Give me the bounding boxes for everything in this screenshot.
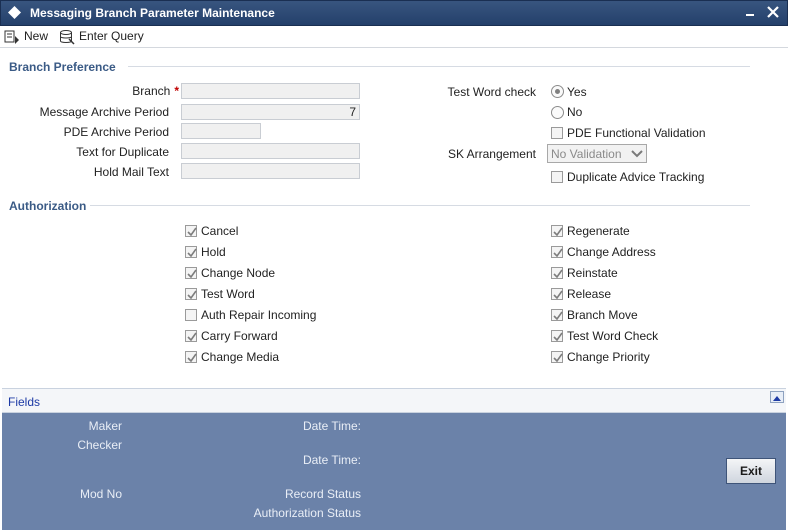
auth-branch-move-label: Branch Move [567,308,638,322]
auth-hold-checkbox[interactable] [185,246,197,258]
maker-label: Maker [88,419,122,433]
auth-change-priority-checkbox[interactable] [551,351,563,363]
checkmark-icon [187,332,197,342]
checkmark-icon [553,332,563,342]
auth-change-priority-label: Change Priority [567,350,650,364]
text-for-duplicate-input[interactable] [181,143,360,159]
pde-functional-validation-checkbox[interactable] [551,127,563,139]
pde-functional-validation-label: PDE Functional Validation [567,126,706,140]
new-document-icon [4,30,19,44]
auth-release-checkbox[interactable] [551,288,563,300]
maker-date-time-label: Date Time: [302,419,361,433]
test-word-yes-label: Yes [567,85,587,99]
window-title: Messaging Branch Parameter Maintenance [30,6,275,20]
close-button[interactable] [765,3,781,21]
mod-no-label: Mod No [79,487,122,501]
checkmark-icon [187,290,197,300]
auth-change-media-checkbox[interactable] [185,351,197,363]
hold-mail-text-input[interactable] [181,163,360,179]
pde-archive-period-label: PDE Archive Period [63,125,169,139]
sk-arrangement-value: No Validation [551,147,622,161]
minimize-icon [746,14,754,16]
auth-regenerate-label: Regenerate [567,224,630,238]
test-word-check-label: Test Word check [447,85,536,99]
required-marker: * [174,84,179,98]
auth-hold-label: Hold [201,245,226,259]
auth-cancel-label: Cancel [201,224,239,238]
auth-change-node-label: Change Node [201,266,276,280]
sk-arrangement-label: SK Arrangement [447,147,536,161]
fields-bar: Fields [2,388,786,413]
toolbar: New Enter Query [0,26,788,48]
auth-test-word-check-checkbox[interactable] [551,330,563,342]
message-archive-period-input[interactable] [181,104,360,120]
auth-change-address-checkbox[interactable] [551,246,563,258]
duplicate-advice-tracking-label: Duplicate Advice Tracking [567,170,705,184]
audit-panel: Maker Checker Mod No Date Time: Date Tim… [2,413,786,530]
authorization-divider [90,205,750,206]
fields-link[interactable]: Fields [8,395,40,409]
checkmark-icon [553,248,563,258]
checkmark-icon [187,353,197,363]
exit-button[interactable]: Exit [726,458,776,484]
enter-query-button[interactable]: Enter Query [59,28,159,46]
checker-date-time-label: Date Time: [302,453,361,467]
checkmark-icon [553,269,563,279]
chevron-down-icon [631,150,643,158]
checkmark-icon [553,290,563,300]
sk-arrangement-select[interactable]: No Validation [547,144,647,163]
enter-query-label: Enter Query [79,29,144,43]
checkmark-icon [187,248,197,258]
authorization-status-label: Authorization Status [253,506,361,520]
auth-cancel-checkbox[interactable] [185,225,197,237]
auth-carry-forward-checkbox[interactable] [185,330,197,342]
test-word-no-radio[interactable] [551,106,564,119]
branch-preference-divider [128,66,750,67]
duplicate-advice-tracking-checkbox[interactable] [551,171,563,183]
main-form: Branch Preference Branch * Message Archiv… [2,48,786,386]
auth-test-word-label: Test Word [201,287,255,301]
minimize-button[interactable] [742,3,758,21]
text-for-duplicate-label: Text for Duplicate [76,145,169,159]
auth-test-word-check-label: Test Word Check [567,329,659,343]
database-query-icon [60,30,75,45]
test-word-yes-radio[interactable] [551,85,564,98]
record-status-label: Record Status [284,487,361,501]
collapse-button[interactable] [770,391,784,403]
checkmark-icon [553,311,563,321]
triangle-up-icon [773,396,781,401]
authorization-title: Authorization [9,199,87,213]
close-icon [767,6,779,18]
checkmark-icon [187,227,197,237]
auth-branch-move-checkbox[interactable] [551,309,563,321]
new-label: New [24,29,49,43]
auth-test-word-checkbox[interactable] [185,288,197,300]
test-word-no-label: No [567,105,583,119]
auth-change-media-label: Change Media [201,350,280,364]
message-archive-period-label: Message Archive Period [39,105,169,119]
hold-mail-text-label: Hold Mail Text [93,165,169,179]
auth-reinstate-label: Reinstate [567,266,618,280]
auth-change-address-label: Change Address [567,245,656,259]
auth-regenerate-checkbox[interactable] [551,225,563,237]
auth-auth-repair-incoming-label: Auth Repair Incoming [201,308,317,322]
branch-label: Branch * [132,84,179,98]
checker-label: Checker [77,438,122,452]
auth-change-node-checkbox[interactable] [185,267,197,279]
auth-reinstate-checkbox[interactable] [551,267,563,279]
app-diamond-icon [8,6,21,19]
checkmark-icon [553,227,563,237]
auth-carry-forward-label: Carry Forward [201,329,278,343]
checkmark-icon [553,353,563,363]
auth-release-label: Release [567,287,612,301]
pde-archive-period-input[interactable] [181,123,261,139]
auth-auth-repair-incoming-checkbox[interactable] [185,309,197,321]
branch-input[interactable] [181,83,360,99]
window-title-bar: Messaging Branch Parameter Maintenance [0,0,788,26]
new-button[interactable]: New [4,28,52,46]
branch-preference-title: Branch Preference [9,60,116,74]
checkmark-icon [187,269,197,279]
